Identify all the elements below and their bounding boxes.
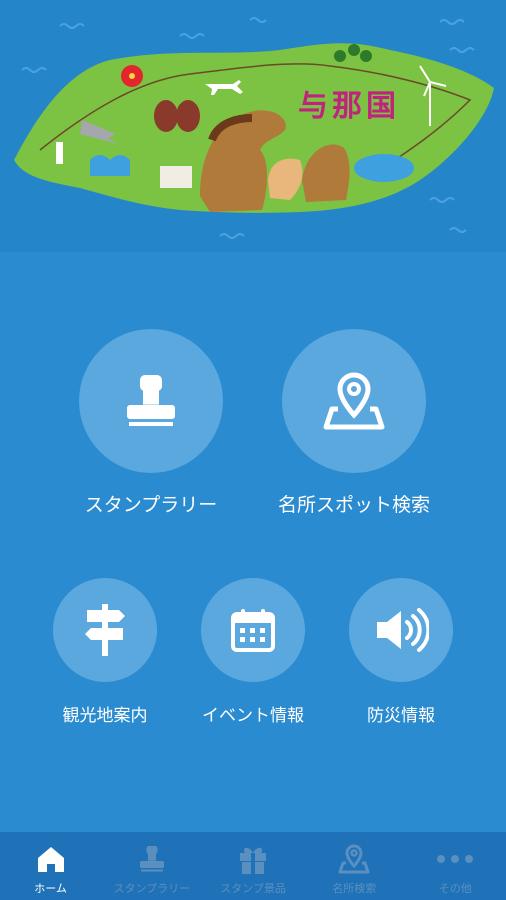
sightseeing-button[interactable] [53,578,157,682]
island-map-illustration: 与 那 国 [0,0,506,252]
tab-more[interactable]: その他 [405,832,506,900]
tab-stamp-rally[interactable]: スタンプラリー [101,832,202,900]
tab-stamp-rally-label: スタンプラリー [113,882,191,895]
disaster-info-button[interactable] [349,578,453,682]
spot-search-button[interactable] [282,329,426,473]
events-button[interactable] [201,578,305,682]
hero-banner: 与 那 国 [0,0,506,252]
tab-stamp-prizes-label: スタンプ景品 [220,882,286,895]
stamp-icon [139,846,164,872]
home-icon [37,847,64,872]
tab-spot-search-label: 名所検索 [332,882,377,895]
disaster-info-label: 防災情報 [367,706,435,726]
tab-spot-search[interactable]: 名所検索 [304,832,405,900]
speaker-icon [377,608,429,652]
signpost-icon [85,604,125,656]
svg-text:国: 国 [366,89,396,124]
more-icon [437,855,474,863]
svg-text:那: 那 [332,89,362,124]
tab-home[interactable]: ホーム [0,832,101,900]
main-menu: スタンプラリー 名所スポット検索 観光地案内 イベント情報 防災情報 [0,252,506,832]
bottom-tab-bar: ホーム スタンプラリー スタンプ景品 名所検索 その他 [0,832,506,900]
svg-text:与: 与 [298,89,328,124]
stamp-icon [127,375,175,426]
calendar-icon [231,609,275,652]
tab-stamp-prizes[interactable]: スタンプ景品 [202,832,303,900]
sightseeing-label: 観光地案内 [62,706,148,726]
map-pin-icon [338,844,370,874]
map-pin-icon [323,372,385,430]
stamp-rally-button[interactable] [79,329,223,473]
spot-search-label: 名所スポット検索 [277,494,430,516]
gift-icon [240,847,266,874]
stamp-rally-label: スタンプラリー [84,494,218,516]
events-label: イベント情報 [202,706,304,726]
tab-more-label: その他 [438,882,472,895]
tab-home-label: ホーム [34,882,67,895]
